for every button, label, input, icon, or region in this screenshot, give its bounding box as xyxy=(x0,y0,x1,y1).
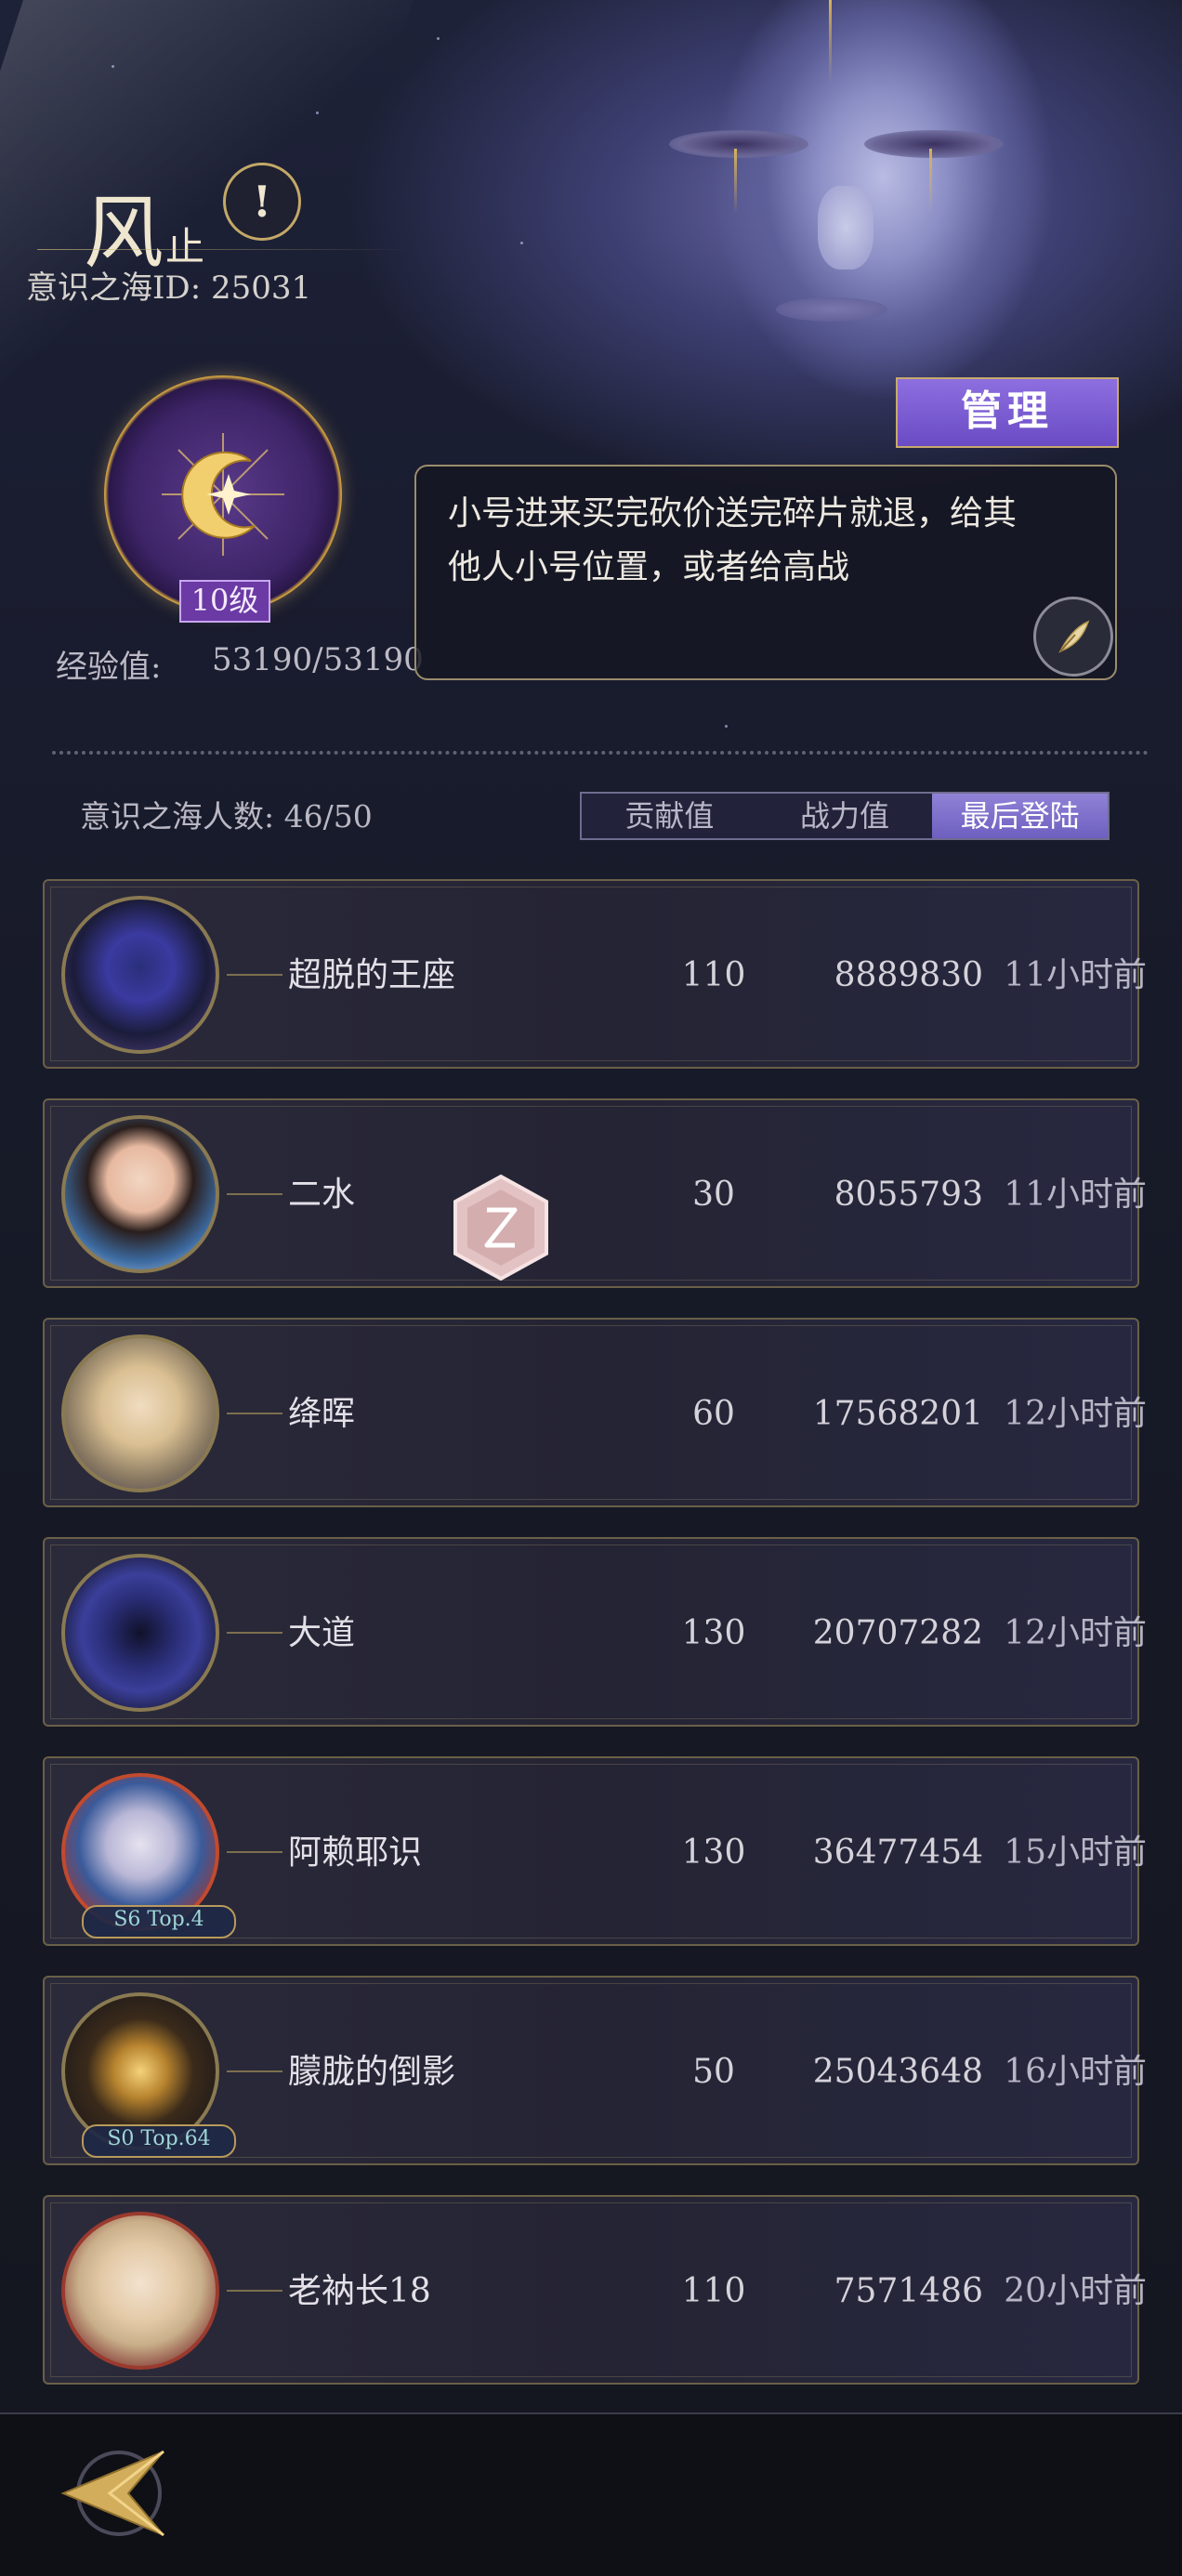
star xyxy=(316,112,319,114)
notice-text: 小号进来买完砍价送完碎片就退，给其 他人小号位置，或者给高战 xyxy=(448,487,1084,595)
row-connector xyxy=(227,974,282,976)
star xyxy=(725,725,728,728)
member-power: 20707282 xyxy=(812,1614,983,1652)
member-row[interactable]: 老衲长18 110 7571486 20小时前 xyxy=(43,2195,1147,2385)
face-eye-right xyxy=(864,130,1004,158)
member-last-login: 20小时前 xyxy=(1004,2272,1147,2310)
quill-glyph xyxy=(1058,620,1090,653)
member-last-login: 12小时前 xyxy=(1004,1614,1147,1652)
member-name: 绛晖 xyxy=(288,1395,356,1433)
row-connector xyxy=(227,2290,282,2292)
row-connector xyxy=(227,1851,282,1853)
notice-line-1: 小号进来买完砍价送完碎片就退，给其 xyxy=(448,494,1018,532)
gold-forehead-mark xyxy=(829,0,832,84)
back-arrow-icon[interactable] xyxy=(54,2442,175,2544)
floating-hexagon-icon[interactable] xyxy=(446,1173,556,1282)
member-last-login: 12小时前 xyxy=(1004,1395,1147,1433)
star xyxy=(112,65,114,68)
member-name: 二水 xyxy=(288,1176,356,1214)
member-row[interactable]: 大道 130 20707282 12小时前 xyxy=(43,1537,1147,1727)
member-power: 17568201 xyxy=(812,1395,983,1433)
member-row[interactable]: 超脱的王座 110 8889830 11小时前 xyxy=(43,879,1147,1069)
member-row[interactable]: 二水 30 8055793 11小时前 xyxy=(43,1098,1147,1288)
tab-last-login[interactable]: 最后登陆 xyxy=(932,794,1109,838)
tab-contribution[interactable]: 贡献值 xyxy=(582,794,757,838)
row-connector xyxy=(227,1632,282,1634)
header-divider xyxy=(37,249,409,250)
member-name: 朦胧的倒影 xyxy=(288,2053,456,2091)
member-name: 老衲长18 xyxy=(288,2272,431,2310)
face-mouth xyxy=(776,297,887,322)
member-power: 7571486 xyxy=(834,2272,983,2310)
member-last-login: 15小时前 xyxy=(1004,1833,1147,1872)
bottom-bar xyxy=(0,2412,1182,2576)
member-avatar[interactable] xyxy=(61,1334,219,1492)
member-last-login: 11小时前 xyxy=(1004,956,1147,994)
member-last-login: 16小时前 xyxy=(1004,2053,1147,2091)
guild-level-badge: 10级 xyxy=(179,580,270,623)
member-power: 36477454 xyxy=(812,1833,983,1872)
app-root: 风止 ! 意识之海ID: 25031 10级 经验值: 53190/53190 … xyxy=(0,0,1182,2576)
exclamation-icon[interactable]: ! xyxy=(223,163,301,241)
member-avatar[interactable] xyxy=(61,1115,219,1273)
member-row[interactable]: S0 Top.64 朦胧的倒影 50 25043648 16小时前 xyxy=(43,1976,1147,2165)
gold-tear-left xyxy=(734,149,737,214)
exp-value: 53190/53190 xyxy=(212,641,424,678)
member-last-login: 11小时前 xyxy=(1004,1176,1147,1214)
member-avatar[interactable] xyxy=(61,896,219,1054)
member-name: 大道 xyxy=(288,1614,356,1652)
light-ray xyxy=(0,0,432,427)
notice-line-2: 他人小号位置，或者给高战 xyxy=(448,548,850,586)
section-divider xyxy=(52,751,1149,755)
member-count: 意识之海人数: 46/50 xyxy=(80,798,373,835)
rank-badge: S0 Top.64 xyxy=(82,2124,236,2158)
member-avatar[interactable] xyxy=(61,1554,219,1712)
star xyxy=(520,242,523,244)
crescent-moon-star-icon xyxy=(162,433,284,556)
sort-tabs: 贡献值 战力值 最后登陆 xyxy=(580,792,1110,840)
rank-badge: S6 Top.4 xyxy=(82,1905,236,1939)
guild-id: 意识之海ID: 25031 xyxy=(26,269,312,307)
guild-notice: 小号进来买完砍价送完碎片就退，给其 他人小号位置，或者给高战 xyxy=(414,465,1117,680)
member-name: 超脱的王座 xyxy=(288,956,456,994)
star xyxy=(437,37,440,40)
member-row[interactable]: S6 Top.4 阿赖耶识 130 36477454 15小时前 xyxy=(43,1756,1147,1946)
member-power: 25043648 xyxy=(812,2053,983,2091)
quill-icon[interactable] xyxy=(1033,597,1113,677)
member-avatar[interactable] xyxy=(61,2212,219,2370)
member-name: 阿赖耶识 xyxy=(288,1833,423,1872)
member-power: 8055793 xyxy=(834,1176,983,1214)
row-connector xyxy=(227,1193,282,1195)
guild-emblem[interactable] xyxy=(104,375,342,613)
gold-tear-right xyxy=(929,149,932,214)
face-eye-left xyxy=(669,130,808,158)
face-nose xyxy=(818,186,873,269)
member-power: 8889830 xyxy=(834,956,983,994)
manage-button[interactable]: 管理 xyxy=(896,377,1119,448)
exp-label: 经验值: xyxy=(56,649,162,686)
member-row[interactable]: 绛晖 60 17568201 12小时前 xyxy=(43,1318,1147,1507)
row-connector xyxy=(227,2070,282,2072)
row-connector xyxy=(227,1413,282,1414)
tab-power[interactable]: 战力值 xyxy=(757,794,933,838)
